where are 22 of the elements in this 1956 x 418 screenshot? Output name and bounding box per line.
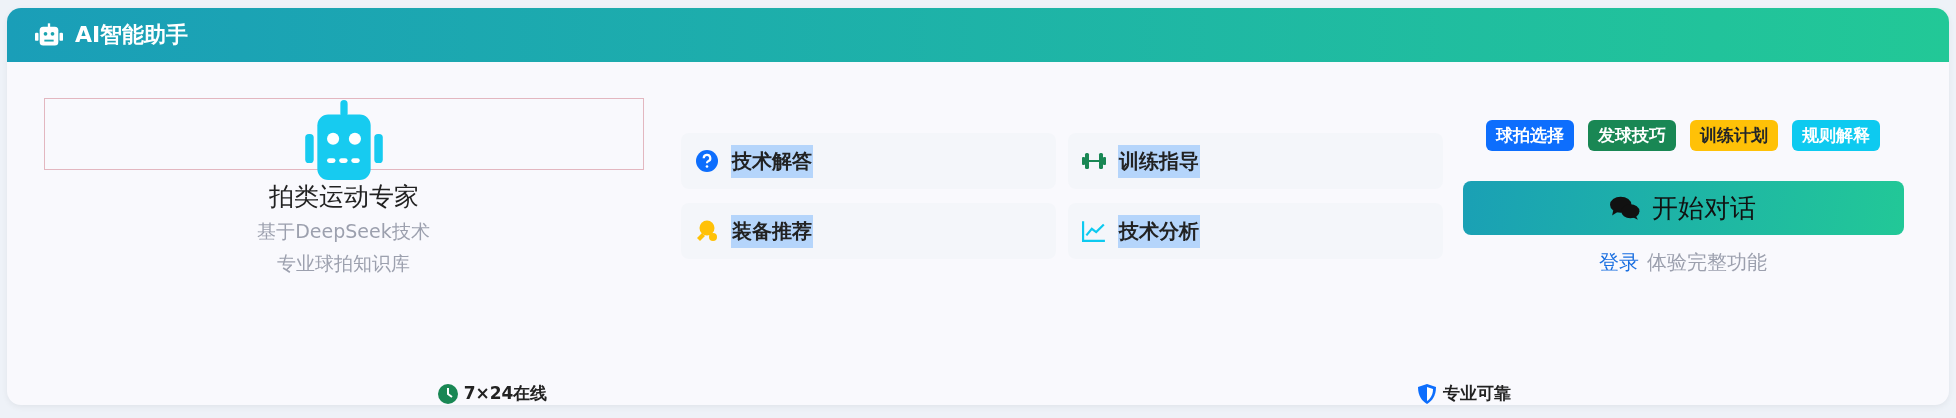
robot-icon: [35, 23, 63, 48]
login-hint: 体验完整功能: [1647, 249, 1767, 277]
login-link[interactable]: 登录: [1599, 249, 1639, 277]
start-chat-button[interactable]: 开始对话: [1462, 181, 1904, 236]
feature-item[interactable]: 技术分析: [1068, 203, 1443, 260]
feature-label: 专业可靠: [1442, 382, 1511, 405]
feature-label: 7×24在线: [463, 382, 548, 405]
topic-tag[interactable]: 发球技巧: [1588, 120, 1676, 152]
expert-description: 基于DeepSeek技术: [257, 219, 430, 245]
feature-item[interactable]: 技术解答: [681, 133, 1056, 190]
topic-tag[interactable]: 训练计划: [1690, 120, 1778, 152]
card-title: AI智能助手: [75, 21, 189, 50]
expert-title: 拍类运动专家: [268, 181, 419, 214]
line-chart-icon: [1082, 220, 1106, 243]
feature-item[interactable]: 装备推荐: [681, 203, 1056, 260]
question-icon: [695, 150, 719, 173]
feature-item[interactable]: 训练指导: [1068, 133, 1443, 190]
robot-icon: [304, 100, 383, 181]
paddle-icon: [695, 220, 719, 243]
chat-icon: [1610, 196, 1640, 221]
topic-tag[interactable]: 球拍选择: [1486, 120, 1574, 152]
expert-description: 专业球拍知识库: [277, 251, 410, 277]
